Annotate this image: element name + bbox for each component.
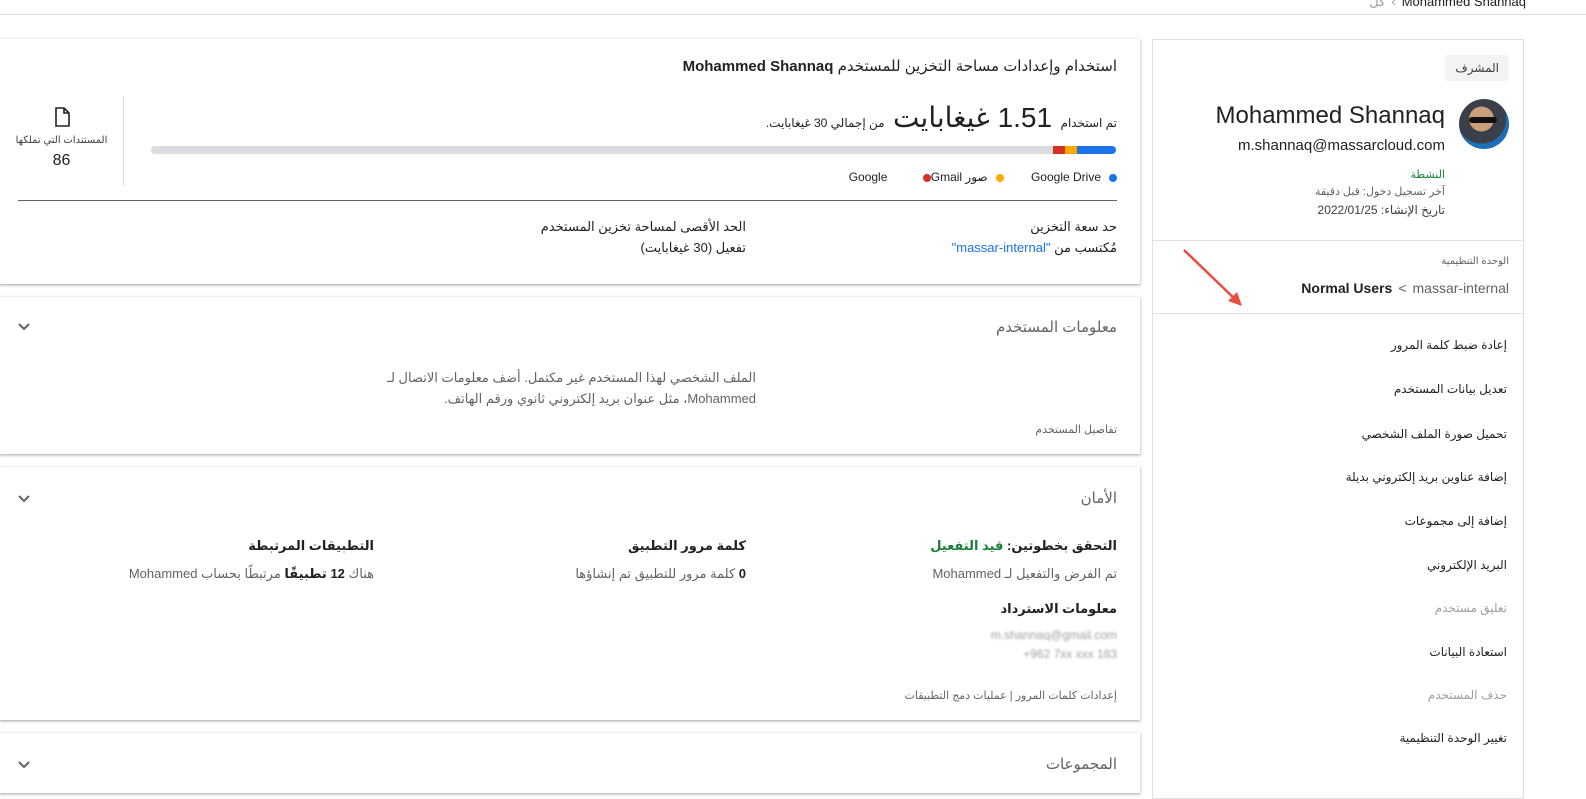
storage-cap-value: مُكتسب من "massar-internal" bbox=[952, 240, 1117, 256]
legend-gmail-label: Gmail bbox=[930, 170, 963, 184]
storage-bar bbox=[151, 146, 1116, 154]
ou-label: الوحدة التنظيمية bbox=[1441, 256, 1509, 267]
user-side-panel: المشرف Mohammed Shannaq m.shannaq@massar… bbox=[1152, 39, 1524, 799]
linked-apps-pre: هناك bbox=[348, 566, 374, 581]
legend-gmail-dot bbox=[922, 173, 931, 182]
top-bar: Mohammed Shannaq › كل bbox=[0, 0, 1586, 15]
annotation-arrow-icon bbox=[1183, 249, 1242, 306]
storage-bar-drive bbox=[1077, 146, 1116, 154]
storage-used: تم استخدام 1.51 غيغابايت من إجمالي 30 غي… bbox=[766, 101, 1117, 134]
storage-title: استخدام وإعدادات مساحة التخزين للمستخدم … bbox=[683, 57, 1117, 75]
storage-bar-photos bbox=[1065, 146, 1077, 154]
security-footer-links[interactable]: إعدادات كلمات المرور | عمليات دمج التطبي… bbox=[904, 689, 1117, 702]
user-info-title[interactable]: معلومات المستخدم bbox=[996, 318, 1117, 336]
groups-card: المجموعات bbox=[0, 733, 1140, 793]
avatar-glasses bbox=[1469, 117, 1497, 123]
user-name: Mohammed Shannaq bbox=[1215, 102, 1445, 129]
storage-title-name: Mohammed Shannaq bbox=[682, 58, 834, 75]
recovery-email: m.shannaq@gmail.com bbox=[990, 628, 1117, 642]
storage-limit-value: تفعيل (30 غيغابايت) bbox=[640, 240, 746, 255]
add-to-groups-button[interactable]: إضافة إلى مجموعات bbox=[1405, 514, 1507, 528]
storage-bar-gmail bbox=[1053, 146, 1065, 154]
storage-cap-link[interactable]: "massar-internal" bbox=[952, 240, 1051, 255]
chevron-down-icon[interactable] bbox=[18, 495, 30, 503]
user-status: النشطة bbox=[1410, 169, 1445, 181]
storage-title-prefix: استخدام وإعدادات مساحة التخزين للمستخدم bbox=[837, 58, 1117, 75]
owned-docs[interactable]: المستندات التي تملكها 86 bbox=[0, 96, 124, 186]
legend-drive: Google Drive bbox=[1031, 170, 1117, 184]
two-step-status: قيد التفعيل bbox=[930, 538, 1004, 553]
user-details-link[interactable]: تفاصيل المستخدم bbox=[1035, 423, 1117, 436]
storage-used-prefix: تم استخدام bbox=[1060, 116, 1117, 130]
app-password-text: كلمة مرور للتطبيق تم إنشاؤها bbox=[575, 566, 736, 581]
app-password-value: 0 كلمة مرور للتطبيق تم إنشاؤها bbox=[575, 566, 746, 582]
linked-apps-value: هناك 12 تطبيقًا مرتبطًا بحساب Mohammed bbox=[129, 566, 374, 582]
user-info-message: الملف الشخصي لهذا المستخدم غير مكتمل. أض… bbox=[387, 370, 756, 406]
groups-title[interactable]: المجموعات bbox=[1046, 755, 1117, 773]
breadcrumb-current: Mohammed Shannaq bbox=[1401, 0, 1526, 9]
owned-docs-count: 86 bbox=[52, 152, 71, 169]
storage-limit-heading: الحد الأقصى لمساحة تخزين المستخدم bbox=[540, 219, 746, 234]
document-icon bbox=[54, 107, 70, 127]
divider bbox=[1153, 240, 1523, 241]
linked-apps-heading: التطبيقات المرتبطة bbox=[248, 538, 374, 553]
edit-user-button[interactable]: تعديل بيانات المستخدم bbox=[1394, 382, 1507, 396]
ou-current: Normal Users bbox=[1301, 280, 1393, 296]
ou-root: massar-internal bbox=[1412, 280, 1509, 296]
storage-used-value: 1.51 غيغابايت bbox=[893, 102, 1053, 133]
reset-password-button[interactable]: إعادة ضبط كلمة المرور bbox=[1391, 338, 1507, 352]
app-password-count: 0 bbox=[738, 566, 746, 581]
storage-card: استخدام وإعدادات مساحة التخزين للمستخدم … bbox=[0, 39, 1140, 284]
user-info-card: معلومات المستخدم الملف الشخصي لهذا المست… bbox=[0, 297, 1140, 454]
chevron-down-icon[interactable] bbox=[18, 323, 30, 331]
storage-cap-heading: حد سعة التخزين bbox=[1030, 219, 1117, 234]
email-button[interactable]: البريد الإلكتروني bbox=[1427, 558, 1507, 572]
breadcrumb-separator: › bbox=[1391, 0, 1396, 9]
legend-drive-label: Google Drive bbox=[1030, 170, 1101, 184]
legend-photos-dot bbox=[995, 173, 1004, 182]
user-email: m.shannaq@massarcloud.com bbox=[1238, 137, 1445, 154]
ou-arrow: < bbox=[1398, 280, 1407, 296]
owned-docs-label: المستندات التي تملكها bbox=[15, 135, 108, 146]
app-password-heading: كلمة مرور التطبيق bbox=[627, 538, 746, 553]
divider bbox=[1153, 313, 1523, 314]
linked-apps-count: 12 تطبيقًا bbox=[284, 566, 345, 581]
upload-photo-button[interactable]: تحميل صورة الملف الشخصي bbox=[1362, 427, 1507, 441]
recovery-phone: +962 7xx xxx 183 bbox=[1023, 647, 1117, 661]
legend-drive-dot bbox=[1109, 173, 1117, 182]
storage-cap-prefix: مُكتسب من bbox=[1054, 240, 1117, 255]
chevron-down-icon[interactable] bbox=[18, 761, 30, 769]
ou-path[interactable]: Normal Users < massar-internal bbox=[1301, 280, 1509, 296]
security-card: الأمان التحقق بخطوتين: قيد التفعيل تم ال… bbox=[0, 467, 1140, 720]
suspend-user-button[interactable]: تعليق مستخدم bbox=[1435, 601, 1507, 615]
two-step-value: تم الفرض والتفعيل لـ Mohammed bbox=[932, 566, 1117, 581]
two-step-label: التحقق بخطوتين: bbox=[1007, 538, 1117, 553]
change-ou-button[interactable]: تغيير الوحدة التنظيمية bbox=[1399, 731, 1507, 745]
legend-gmail: Gmail bbox=[915, 170, 962, 184]
avatar[interactable] bbox=[1459, 99, 1509, 149]
restore-data-button[interactable]: استعادة البيانات bbox=[1429, 645, 1507, 659]
breadcrumb: Mohammed Shannaq › كل bbox=[1369, 0, 1526, 10]
breadcrumb-previous[interactable]: كل bbox=[1369, 0, 1385, 9]
last-login: آخر تسجيل دخول: قبل دقيقة bbox=[1314, 186, 1445, 198]
storage-divider bbox=[18, 200, 1117, 201]
two-step-heading: التحقق بخطوتين: قيد التفعيل bbox=[930, 538, 1117, 554]
add-alt-email-button[interactable]: إضافة عناوين بريد إلكتروني بديلة bbox=[1346, 470, 1507, 484]
storage-legend: Google Drive صور Google Gmail bbox=[825, 170, 1117, 184]
security-title[interactable]: الأمان bbox=[1081, 489, 1117, 507]
delete-user-button[interactable]: حذف المستخدم bbox=[1428, 688, 1507, 702]
linked-apps-post: مرتبطًا بحساب Mohammed bbox=[128, 566, 281, 581]
recovery-heading: معلومات الاسترداد bbox=[1000, 601, 1117, 616]
role-chip: المشرف bbox=[1445, 55, 1509, 81]
created-date: تاريخ الإنشاء: 2022/01/25 bbox=[1317, 203, 1445, 217]
storage-used-suffix: من إجمالي 30 غيغابايت. bbox=[765, 116, 885, 130]
